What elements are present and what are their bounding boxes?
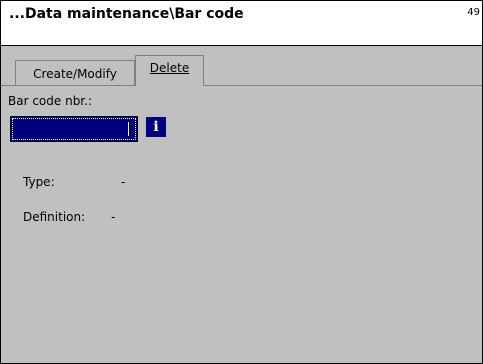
info-icon[interactable]: i <box>146 117 166 137</box>
text-caret <box>128 122 129 136</box>
tab-strip: Create/Modify Delete <box>1 46 482 86</box>
definition-label: Definition: <box>23 210 86 224</box>
window-title: ...Data maintenance\Bar code <box>9 6 244 22</box>
tab-content: Bar code nbr.: i Type: - Definition: - <box>1 86 482 363</box>
tab-delete[interactable]: Delete <box>135 55 204 86</box>
app-window: ...Data maintenance\Bar code 49 Create/M… <box>0 0 483 364</box>
tab-create-modify-label: Create/Modify <box>33 66 117 81</box>
barcode-label: Bar code nbr.: <box>8 94 92 108</box>
info-icon-glyph: i <box>153 119 159 135</box>
definition-value: - <box>111 210 116 224</box>
barcode-input[interactable] <box>10 116 138 142</box>
tab-create-modify[interactable]: Create/Modify <box>15 60 135 86</box>
type-value: - <box>121 175 126 189</box>
type-label: Type: <box>23 175 55 189</box>
corner-number: 49 <box>467 7 480 18</box>
title-bar: ...Data maintenance\Bar code 49 <box>1 1 482 46</box>
tab-delete-label: Delete <box>149 61 190 75</box>
